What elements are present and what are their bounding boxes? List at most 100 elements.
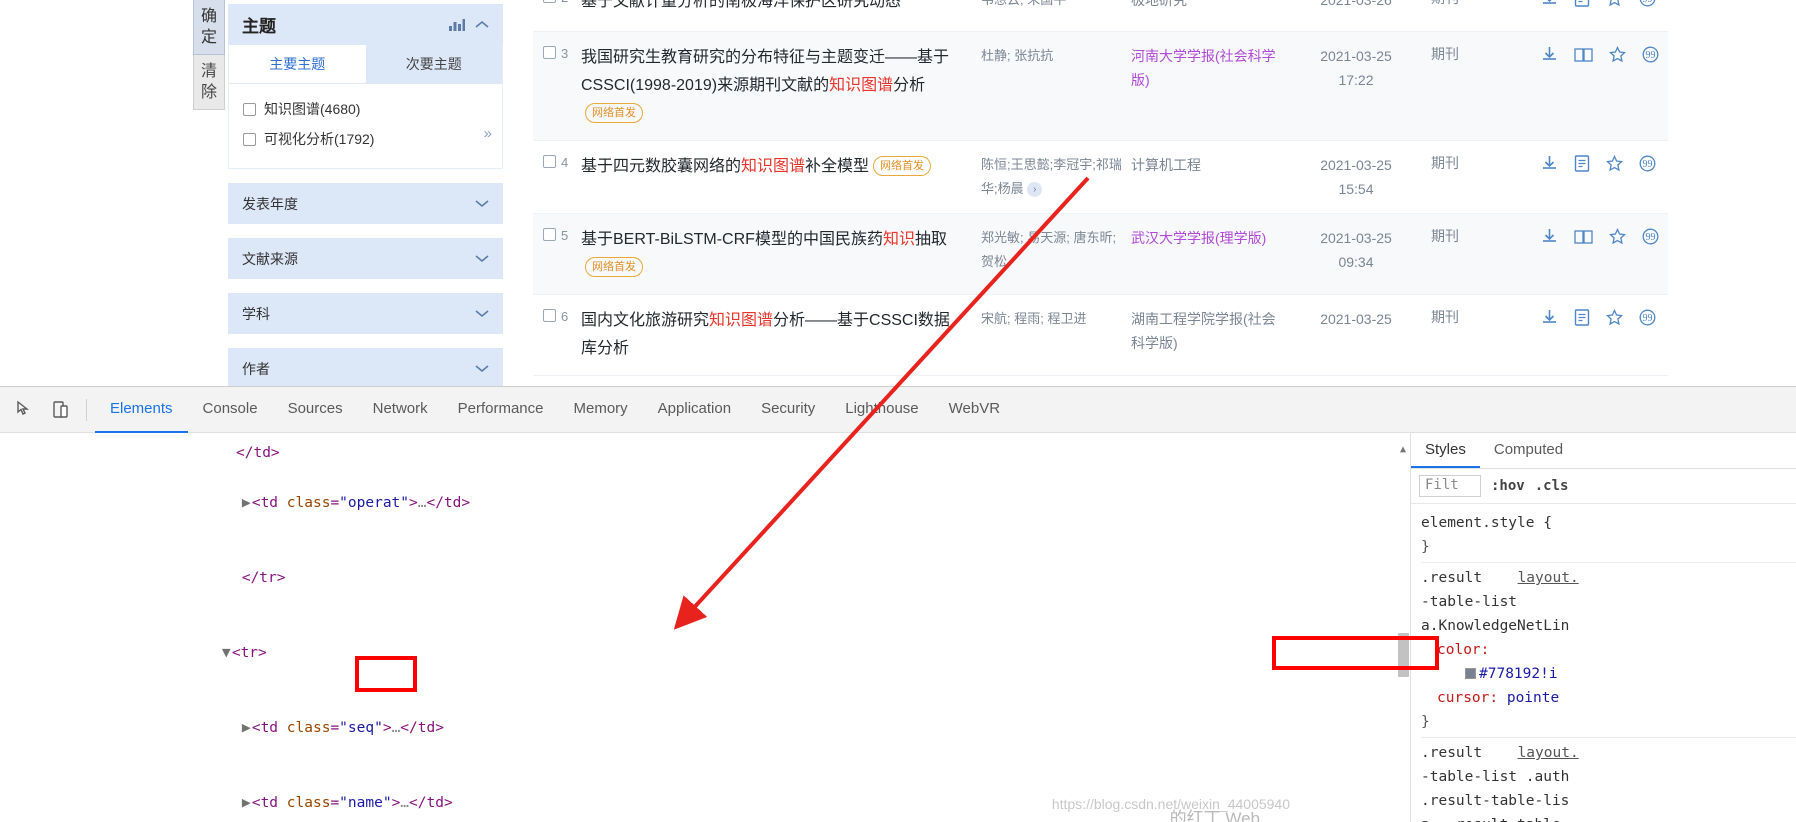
table-row[interactable]: 6 国内文化旅游研究知识图谱分析——基于CSSCI数据库分析 宋航; 程雨; 程卫进… (533, 295, 1668, 376)
devtools-tab-security[interactable]: Security (746, 387, 830, 433)
devtools-tab-application[interactable]: Application (643, 387, 746, 433)
star-icon[interactable] (1606, 154, 1623, 176)
style-rule-knowledgenetlink[interactable]: .result layout. -table-list a.KnowledgeN… (1421, 563, 1796, 738)
style-source-link[interactable]: layout. (1518, 570, 1579, 586)
quote-icon[interactable]: 99 (1639, 309, 1656, 330)
tab-styles[interactable]: Styles (1411, 433, 1480, 468)
devtools-tab-elements[interactable]: Elements (95, 387, 188, 433)
tab-computed[interactable]: Computed (1480, 433, 1577, 468)
row-author-cell[interactable]: 宋航; 程雨; 程卫进 (981, 307, 1131, 331)
star-icon[interactable] (1606, 308, 1623, 330)
devtools-tab-performance[interactable]: Performance (443, 387, 559, 433)
row-checkbox[interactable] (543, 228, 556, 241)
filter-panel-author-header[interactable]: 作者 (228, 348, 503, 386)
download-icon[interactable] (1541, 155, 1558, 176)
row-title-cell[interactable]: 我国研究生教育研究的分布特征与主题变迁——基于CSSCI(1998-2019)来… (581, 44, 981, 128)
pdf-icon[interactable] (1574, 309, 1590, 330)
style-property-color[interactable]: color: (1421, 638, 1796, 662)
bar-chart-icon[interactable] (449, 18, 465, 31)
dom-scrollbar[interactable]: ▲ (1396, 433, 1410, 822)
expand-triangle-icon[interactable]: ▶ (242, 491, 252, 516)
quote-icon[interactable]: 99 (1639, 0, 1656, 11)
dom-line[interactable]: ▼<tr> (0, 616, 1410, 691)
table-row[interactable]: 4 基于四元数胶囊网络的知识图谱补全模型 网络首发 陈恒;王思懿;李冠宇;祁瑞华;杨晨… (533, 141, 1668, 214)
pdf-icon[interactable] (1574, 155, 1590, 176)
download-icon[interactable] (1541, 46, 1558, 67)
row-author-cell[interactable]: 韦想云; 朱国平 (981, 0, 1131, 12)
device-toolbar-icon[interactable] (42, 392, 78, 428)
filter-panel-source-header[interactable]: 文献来源 (228, 238, 503, 279)
tab-primary-topic[interactable]: 主要主题 (229, 45, 366, 83)
book-icon[interactable] (1574, 229, 1593, 249)
more-authors-icon[interactable]: › (1027, 182, 1043, 197)
confirm-button[interactable]: 确定 (193, 0, 225, 55)
book-icon[interactable] (1574, 47, 1593, 67)
row-title-cell[interactable]: 基于四元数胶囊网络的知识图谱补全模型 网络首发 (581, 153, 981, 181)
quote-icon[interactable]: 99 (1642, 228, 1659, 249)
star-icon[interactable] (1606, 0, 1623, 11)
style-source-link[interactable]: layout. (1518, 745, 1579, 761)
row-source-cell[interactable]: 湖南工程学院学报(社会科学版) (1131, 307, 1281, 355)
pdf-icon[interactable] (1574, 0, 1590, 11)
row-author-cell[interactable]: 郑光敏; 易天源; 唐东昕; 贺松 (981, 226, 1131, 274)
row-title-cell[interactable]: 基于BERT-BiLSTM-CRF模型的中国民族药知识抽取网络首发 (581, 226, 981, 282)
inspect-element-icon[interactable] (6, 392, 42, 428)
row-checkbox[interactable] (543, 309, 556, 322)
scroll-up-icon[interactable]: ▲ (1396, 433, 1410, 462)
row-title-cell[interactable]: 基于文献计量分析的南极海洋保护区研究动态 (581, 0, 981, 16)
chevron-down-icon[interactable] (475, 196, 489, 211)
styles-filter-input[interactable]: Filt (1419, 475, 1481, 497)
clear-button[interactable]: 清除 (193, 55, 225, 110)
filter-panel-year-header[interactable]: 发表年度 (228, 183, 503, 224)
author-names[interactable]: 陈恒;王思懿;李冠宇;祁瑞华;杨晨 (981, 157, 1122, 196)
hover-state-button[interactable]: :hov (1491, 478, 1525, 494)
author-names[interactable]: 郑光敏; 易天源; 唐东昕; 贺松 (981, 230, 1116, 269)
row-author-cell[interactable]: 杜静; 张抗抗 (981, 44, 1131, 68)
author-names[interactable]: 宋航; 程雨; 程卫进 (981, 311, 1086, 326)
chevron-down-icon[interactable] (475, 251, 489, 266)
dom-line[interactable]: </td> (0, 441, 1410, 466)
filter-panel-discipline-header[interactable]: 学科 (228, 293, 503, 334)
devtools-tab-console[interactable]: Console (188, 387, 273, 433)
devtools-tab-webvr[interactable]: WebVR (934, 387, 1015, 433)
author-names[interactable]: 韦想云; 朱国平 (981, 0, 1066, 7)
row-checkbox[interactable] (543, 155, 556, 168)
class-toggle-button[interactable]: .cls (1535, 478, 1569, 494)
chevron-down-icon[interactable] (475, 361, 489, 376)
quote-icon[interactable]: 99 (1642, 46, 1659, 67)
star-icon[interactable] (1609, 227, 1626, 249)
checkbox[interactable] (243, 102, 256, 116)
download-icon[interactable] (1541, 0, 1558, 11)
style-rule-element[interactable]: element.style { } (1421, 508, 1796, 563)
style-property-cursor[interactable]: cursor: (1421, 690, 1498, 706)
devtools-tab-network[interactable]: Network (358, 387, 443, 433)
author-names[interactable]: 杜静; 张抗抗 (981, 48, 1053, 63)
row-source-cell[interactable]: 计算机工程 (1131, 153, 1281, 177)
expand-triangle-icon[interactable]: ▶ (242, 716, 252, 741)
devtools-tab-lighthouse[interactable]: Lighthouse (830, 387, 933, 433)
quote-icon[interactable]: 99 (1639, 155, 1656, 176)
devtools-tab-sources[interactable]: Sources (273, 387, 358, 433)
collapse-triangle-icon[interactable]: ▼ (222, 641, 232, 666)
row-source-cell[interactable]: 极地研究 (1131, 0, 1281, 12)
star-icon[interactable] (1609, 45, 1626, 67)
checkbox[interactable] (243, 132, 256, 146)
download-icon[interactable] (1541, 309, 1558, 330)
table-row[interactable]: 5 基于BERT-BiLSTM-CRF模型的中国民族药知识抽取网络首发 郑光敏; 易… (533, 214, 1668, 295)
table-row[interactable]: 2 基于文献计量分析的南极海洋保护区研究动态 韦想云; 朱国平 极地研究 2021-03… (533, 0, 1668, 32)
list-item[interactable]: 可视化分析(1792) (243, 124, 488, 154)
dom-line[interactable]: ▶<td class="seq">…</td> (0, 691, 1410, 766)
download-icon[interactable] (1541, 228, 1558, 249)
chevron-up-icon[interactable] (475, 17, 489, 32)
expand-more-icon[interactable]: » (484, 125, 492, 142)
tab-secondary-topic[interactable]: 次要主题 (366, 45, 503, 83)
row-title-cell[interactable]: 国内文化旅游研究知识图谱分析——基于CSSCI数据库分析 (581, 307, 981, 363)
filter-panel-topic-header[interactable]: 主题 (228, 4, 503, 45)
row-source-cell[interactable]: 武汉大学学报(理学版) (1131, 226, 1281, 250)
row-author-cell[interactable]: 陈恒;王思懿;李冠宇;祁瑞华;杨晨 › (981, 153, 1131, 201)
color-swatch[interactable] (1465, 668, 1476, 679)
devtools-tab-memory[interactable]: Memory (559, 387, 643, 433)
dom-ellipsis[interactable]: … (392, 720, 401, 736)
expand-triangle-icon[interactable]: ▶ (242, 791, 252, 816)
row-checkbox[interactable] (543, 46, 556, 59)
